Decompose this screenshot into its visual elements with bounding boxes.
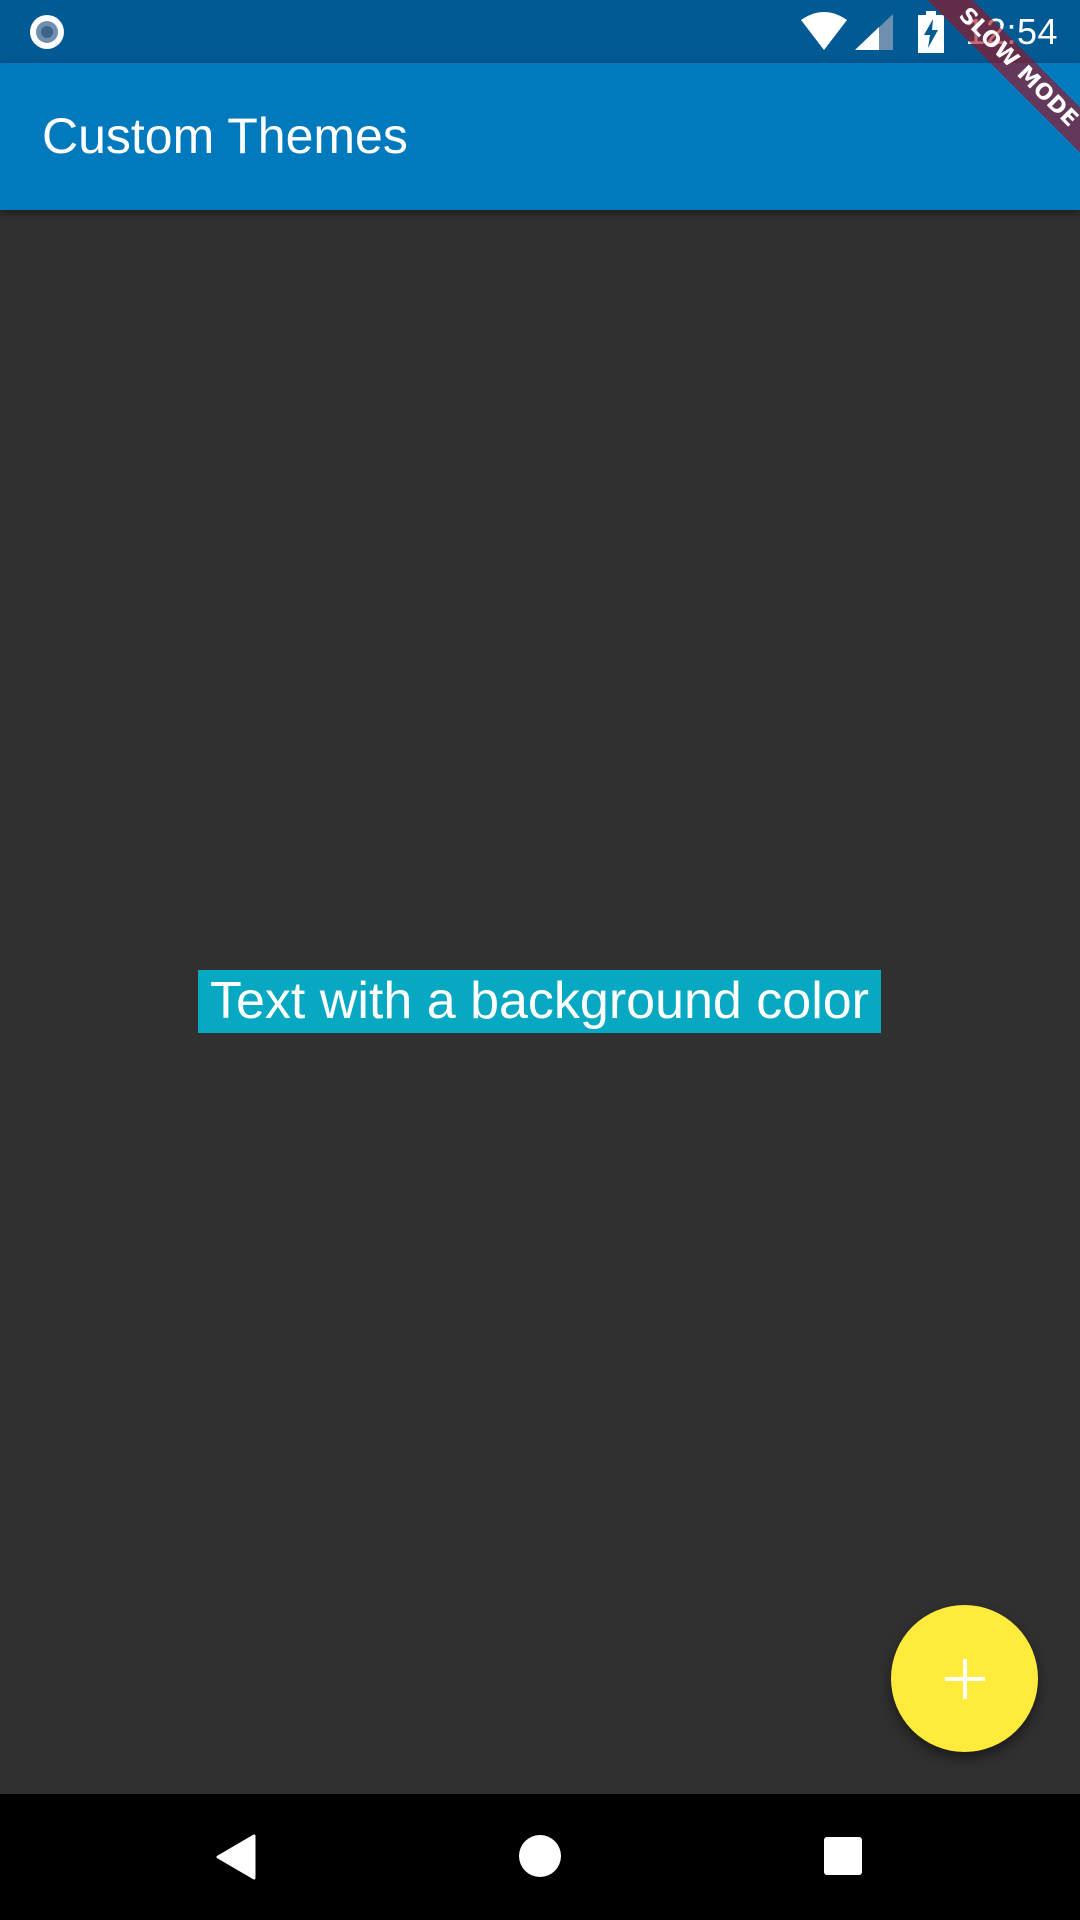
plus-icon xyxy=(944,1658,985,1699)
status-time: 12:54 xyxy=(965,10,1058,52)
recents-icon[interactable] xyxy=(823,1836,863,1876)
home-icon[interactable] xyxy=(518,1834,562,1878)
system-nav-bar xyxy=(0,1794,1080,1920)
app-bar: Custom Themes xyxy=(0,63,1080,210)
status-bar: 12:54 xyxy=(0,0,1080,63)
screen: 12:54 SLOW MODE Custom Themes Text with … xyxy=(0,0,1080,1920)
status-icons: 12:54 xyxy=(799,0,1058,63)
highlighted-text: Text with a background color xyxy=(198,970,881,1033)
cell-signal-icon xyxy=(855,13,894,50)
wifi-icon xyxy=(801,11,848,50)
add-fab-button[interactable] xyxy=(891,1605,1038,1752)
battery-charging-icon xyxy=(918,10,945,53)
notification-circle-icon xyxy=(30,15,64,49)
back-icon[interactable] xyxy=(216,1834,256,1880)
page-title: Custom Themes xyxy=(42,108,408,164)
